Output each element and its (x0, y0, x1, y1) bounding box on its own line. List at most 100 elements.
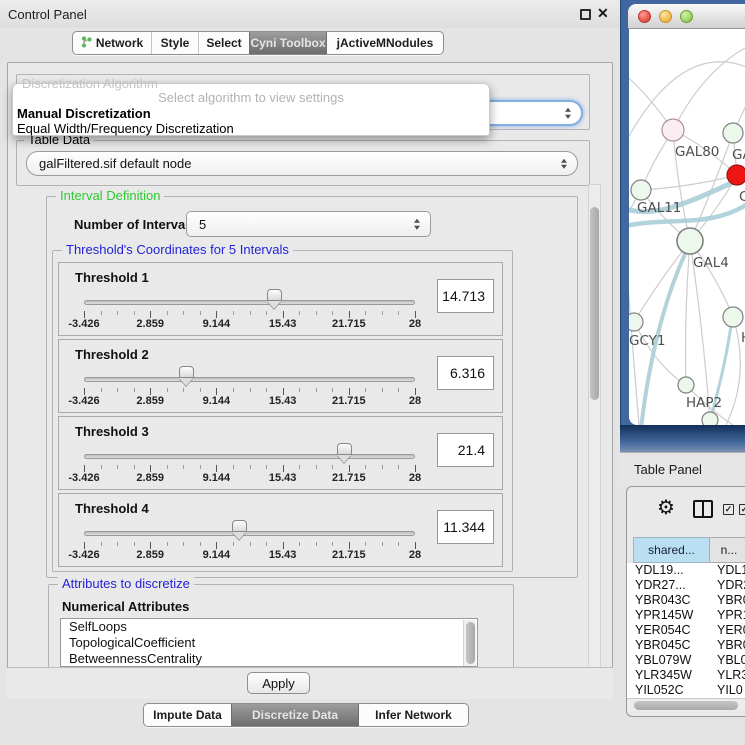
slider-tick (216, 465, 217, 472)
close-icon[interactable]: ✕ (597, 5, 609, 22)
slider-tick (117, 311, 118, 315)
slider-tick (283, 311, 284, 318)
dropdown-item-manual-discretization[interactable]: Manual Discretization (17, 106, 151, 121)
slider-track[interactable] (84, 531, 415, 536)
node-ga[interactable] (723, 123, 743, 143)
panel-vertical-scrollbar[interactable] (588, 184, 601, 696)
tab-network[interactable]: Network (73, 32, 151, 54)
slider-track[interactable] (84, 300, 415, 305)
table-data-combobox[interactable]: galFiltered.sif default node (26, 151, 578, 176)
cell-shared-name: YLR345W (635, 668, 709, 682)
threshold-value-field[interactable]: 14.713 (437, 279, 494, 313)
list-item-selfloops[interactable]: SelfLoops (61, 619, 477, 635)
checkbox-icon[interactable]: ✓ (723, 504, 734, 515)
threshold-value-field[interactable]: 6.316 (437, 356, 494, 390)
tab-select[interactable]: Select (198, 32, 249, 54)
node-gcy1[interactable] (629, 313, 643, 331)
node-label: GAL4 (693, 255, 729, 271)
tab-cyni-toolbox[interactable]: Cyni Toolbox (249, 32, 326, 54)
slider-thumb[interactable] (179, 366, 194, 378)
zoom-window-icon[interactable] (680, 10, 693, 23)
slider-thumb[interactable] (337, 443, 352, 455)
node-hap2[interactable] (678, 377, 694, 393)
slider-tick (365, 311, 366, 315)
slider-tick (134, 542, 135, 546)
slider-tick (266, 388, 267, 392)
control-panel-titlebar (0, 0, 620, 28)
table-horizontal-scrollbar[interactable] (627, 698, 745, 711)
tab-impute-data[interactable]: Impute Data (144, 704, 231, 726)
threshold-value-field[interactable]: 11.344 (437, 510, 494, 544)
cell-shared-name: YIL052C (635, 683, 709, 697)
table-row[interactable]: YPR145WYPR1 (627, 608, 745, 623)
network-canvas[interactable]: GAL80GACGAL11GAL4GCY1HHAP2 (629, 29, 745, 425)
table-row[interactable]: YDL19...YDL1 (627, 563, 745, 578)
node[interactable] (702, 412, 718, 425)
gear-icon[interactable]: ⚙ (657, 495, 675, 521)
numerical-attributes-list[interactable]: SelfLoopsTopologicalCoefficientBetweenne… (60, 618, 478, 667)
slider-tick (101, 311, 102, 315)
minimize-window-icon[interactable] (659, 10, 672, 23)
slider-track[interactable] (84, 377, 415, 382)
column-header-shared-name[interactable]: shared... (633, 537, 710, 563)
table-panel-window: ⚙ ✓ ✓ shared... n... YDL19...YDL1YDR27..… (626, 486, 745, 717)
number-of-intervals-combobox[interactable]: 5 (186, 211, 431, 237)
table-row[interactable]: YDR27...YDR2 (627, 578, 745, 593)
network-graph[interactable]: GAL80GACGAL11GAL4GCY1HHAP2 (629, 29, 745, 425)
tab-jactivemnodules[interactable]: jActiveMNodules (326, 32, 443, 54)
slider-thumb[interactable] (232, 520, 247, 532)
tab-discretize-data[interactable]: Discretize Data (231, 704, 358, 726)
slider-tick (382, 311, 383, 315)
close-window-icon[interactable] (638, 10, 651, 23)
slider-tick-label: 15.43 (253, 472, 313, 484)
slider-tick (233, 388, 234, 392)
slider-tick (415, 542, 416, 549)
list-vertical-scrollbar[interactable] (463, 620, 476, 667)
apply-button[interactable]: Apply (247, 672, 310, 694)
split-pane-icon[interactable] (693, 500, 713, 518)
cell-shared-name: YPR145W (635, 608, 709, 622)
tab-infer-network[interactable]: Infer Network (358, 704, 468, 726)
slider-track[interactable] (84, 454, 415, 459)
table-row[interactable]: YBR043CYBR0 (627, 593, 745, 608)
slider-tick (183, 311, 184, 315)
cell-name: YBR0 (717, 638, 745, 652)
slider-tick-label: 28 (385, 472, 445, 484)
scrollbar-thumb[interactable] (590, 207, 599, 400)
threshold-value-field[interactable]: 21.4 (437, 433, 494, 467)
dropdown-item-equal-width[interactable]: Equal Width/Frequency Discretization (17, 121, 234, 136)
slider-thumb[interactable] (267, 289, 282, 301)
numerical-attributes-label: Numerical Attributes (62, 599, 189, 614)
scrollbar-thumb[interactable] (466, 622, 475, 664)
node-gal4[interactable] (677, 228, 703, 254)
slider-tick (316, 542, 317, 546)
table-row[interactable]: YIL052CYIL0 (627, 683, 745, 698)
node-label: GAL80 (675, 144, 719, 160)
table-row[interactable]: YBL079WYBL0 (627, 653, 745, 668)
table-row[interactable]: YER054CYER0 (627, 623, 745, 638)
table-row[interactable]: YBR045CYBR0 (627, 638, 745, 653)
network-window-titlebar[interactable] (628, 4, 745, 29)
tab-style[interactable]: Style (151, 32, 198, 54)
slider-tick (349, 388, 350, 395)
slider-tick (283, 388, 284, 395)
column-header-name[interactable]: n... (709, 537, 745, 563)
slider-tick (382, 465, 383, 469)
table-row[interactable]: YLR345WYLR3 (627, 668, 745, 683)
node-gal80[interactable] (662, 119, 684, 141)
scrollbar-thumb[interactable] (634, 701, 738, 710)
node-gal11[interactable] (631, 180, 651, 200)
slider-tick (349, 311, 350, 318)
checkbox-icon[interactable]: ✓ (739, 504, 745, 515)
slider-tick (167, 388, 168, 392)
node-h[interactable] (723, 307, 743, 327)
float-window-icon[interactable] (580, 9, 591, 20)
node-c[interactable] (727, 165, 745, 185)
slider-tick (101, 542, 102, 546)
slider-tick-label: 9.144 (186, 549, 246, 561)
list-item-betweennesscentrality[interactable]: BetweennessCentrality (61, 651, 477, 667)
slider-tick-label: 2.859 (120, 318, 180, 330)
slider-tick-label: -3.426 (54, 472, 114, 484)
slider-tick (84, 311, 85, 318)
list-item-topologicalcoefficient[interactable]: TopologicalCoefficient (61, 635, 477, 651)
